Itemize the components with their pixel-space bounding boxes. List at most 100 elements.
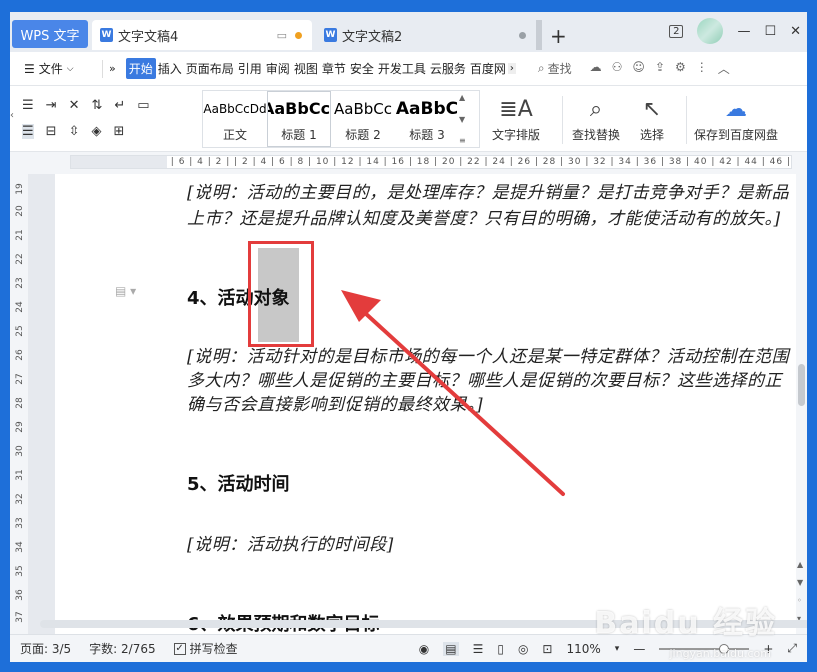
window-count-badge[interactable]: 2 (669, 24, 684, 38)
status-dot-icon (519, 31, 526, 39)
numbered-list-icon[interactable]: ☰ (22, 98, 34, 113)
style-heading-1[interactable]: AaBbCcI 标题 1 (267, 91, 331, 147)
chevron-down-icon[interactable]: ▼ (459, 115, 469, 124)
settings-icon[interactable]: ⚙ (675, 60, 686, 77)
spellcheck-toggle[interactable]: ✓ 拼写检查 (173, 640, 238, 657)
menu-chapter[interactable]: 章节 (320, 60, 348, 77)
indent-increase-icon[interactable]: ⇥ (46, 98, 57, 113)
more-menu-icon[interactable]: » (109, 62, 116, 75)
web-view-icon[interactable]: ◎ (518, 642, 528, 656)
menu-developer[interactable]: 开发工具 (376, 60, 428, 77)
menu-page-layout[interactable]: 页面布局 (184, 60, 236, 77)
menu-home[interactable]: 开始 (125, 58, 156, 79)
style-name: 标题 2 (345, 127, 381, 142)
shading-icon[interactable]: ◈ (91, 124, 101, 139)
close-icon[interactable]: ✕ (790, 24, 801, 39)
sort-icon[interactable]: ⇅ (91, 98, 102, 113)
menu-insert[interactable]: 插入 (156, 60, 184, 77)
borders-icon[interactable]: ⊞ (113, 124, 124, 139)
text-layout-button[interactable]: ≣A 文字排版 (492, 92, 540, 143)
styles-scroll[interactable]: ▲ ▼ ≡ (459, 91, 469, 147)
fullscreen-icon[interactable]: ⤢ (787, 641, 797, 656)
file-label: 文件 (38, 62, 63, 76)
horizontal-ruler[interactable]: | 6 | 4 | 2 | | 2 | 4 | 6 | 8 | 10 | 12 … (10, 152, 807, 174)
vertical-scrollbar[interactable]: ▲ ▼ ◦ ▾ (796, 174, 807, 634)
page-up-icon[interactable]: ◦ (797, 596, 802, 605)
zoom-dropdown-icon[interactable]: ▾ (615, 644, 620, 654)
vertical-ruler[interactable]: 19 20 21 22 23 24 25 26 27 28 29 30 31 3… (10, 174, 28, 634)
share-icon[interactable]: ⇪ (655, 60, 665, 77)
asian-layout-icon[interactable]: ✕ (69, 98, 80, 113)
distributed-align-icon[interactable]: ⊟ (46, 124, 57, 139)
monitor-icon[interactable]: ▭ (277, 29, 287, 42)
collaborate-icon[interactable]: ⚇ (612, 60, 623, 77)
line-spacing-icon[interactable]: ⇳ (69, 124, 80, 139)
style-name: 标题 3 (409, 127, 445, 142)
scroll-right-icon[interactable]: › (507, 63, 516, 74)
scroll-thumb[interactable] (798, 364, 805, 406)
save-to-baidu-button[interactable]: ☁ 保存到百度网盘 (694, 92, 778, 143)
ruler-number: 28 (15, 397, 25, 409)
search-box[interactable]: ⌕ 查找 (538, 60, 572, 77)
page-view-icon[interactable]: ▤ (443, 641, 459, 656)
zoom-out-icon[interactable]: — (633, 642, 645, 656)
align-justify-icon[interactable]: ☰ (22, 123, 34, 139)
menu-cloud-service[interactable]: 云服务 (428, 60, 468, 77)
scroll-up-icon[interactable]: ▲ (797, 560, 803, 569)
ruler-number: 29 (15, 421, 25, 433)
menu-right-tools: ☁ ⚇ ☺ ⇪ ⚙ ⋮ ︿ (590, 60, 730, 77)
menu-review[interactable]: 审阅 (264, 60, 292, 77)
hamburger-icon: ☰ (24, 61, 35, 76)
style-preview: AaBbCcI (268, 99, 331, 118)
reading-view-icon[interactable]: ▯ (497, 642, 504, 656)
collapse-ribbon-icon[interactable]: ︿ (718, 60, 730, 77)
fit-page-icon[interactable]: ⊡ (542, 642, 552, 656)
tab-document-4[interactable]: W 文字文稿4 ▭ (92, 20, 312, 50)
find-replace-button[interactable]: ⌕ 查找替换 (572, 92, 620, 143)
menu-baidu[interactable]: 百度网 (468, 60, 508, 77)
show-marks-icon[interactable]: ↵ (114, 98, 125, 113)
scroll-down-icon[interactable]: ▼ (797, 578, 803, 587)
new-tab-button[interactable]: + (550, 24, 567, 48)
cursor-arrow-icon: ↖ (642, 96, 662, 122)
select-button[interactable]: ↖ 选择 (640, 92, 664, 143)
maximize-icon[interactable]: ☐ (764, 24, 776, 39)
ruler-number: 26 (15, 349, 25, 361)
select-label: 选择 (640, 128, 665, 142)
text-layout-label: 文字排版 (492, 128, 541, 142)
zoom-level[interactable]: 110% (566, 642, 600, 656)
ruler-bar: | 6 | 4 | 2 | | 2 | 4 | 6 | 8 | 10 | 12 … (70, 155, 792, 169)
expand-icon[interactable]: ≡ (459, 136, 469, 145)
ruler-ticks: | 6 | 4 | 2 | | 2 | 4 | 6 | 8 | 10 | 12 … (170, 157, 791, 167)
eye-protection-icon[interactable]: ◉ (419, 642, 429, 656)
word-count[interactable]: 字数: 2/765 (89, 640, 155, 657)
menu-security[interactable]: 安全 (348, 60, 376, 77)
style-heading-3[interactable]: AaBbC 标题 3 (395, 91, 459, 147)
menu-references[interactable]: 引用 (236, 60, 264, 77)
more-options-icon[interactable]: ⋮ (696, 60, 708, 77)
style-heading-2[interactable]: AaBbCc 标题 2 (331, 91, 395, 147)
tab-document-2[interactable]: W 文字文稿2 (316, 20, 536, 50)
table-border-icon[interactable]: ▭ (137, 98, 149, 113)
menu-view[interactable]: 视图 (292, 60, 320, 77)
file-menu[interactable]: ☰ 文件 ⌵ (24, 60, 96, 77)
ruler-number: 24 (15, 301, 25, 313)
tab-divider (536, 20, 542, 50)
window-controls: 2 — ☐ ✕ (669, 18, 801, 44)
ruler-number: 23 (15, 277, 25, 289)
annotation-arrow (341, 290, 565, 496)
document-area[interactable]: [说明：活动的主要目的，是处理库存？是提升销量？是打击竞争对手？是新品 上市？还… (28, 174, 796, 634)
ruler-number: 20 (15, 205, 25, 217)
chevron-up-icon[interactable]: ▲ (459, 93, 469, 102)
comment-icon[interactable]: ☺ (632, 60, 645, 77)
minimize-icon[interactable]: — (737, 24, 750, 39)
document-icon: W (100, 28, 113, 42)
page-indicator[interactable]: 页面: 3/5 (20, 640, 71, 657)
avatar[interactable] (697, 18, 724, 44)
cloud-sync-icon[interactable]: ☁ (590, 60, 602, 77)
document-page[interactable]: [说明：活动的主要目的，是处理库存？是提升销量？是打击竞争对手？是新品 上市？还… (55, 174, 796, 634)
style-normal[interactable]: AaBbCcDd 正文 (203, 91, 267, 147)
paragraph-tools: ☰ ⇥ ✕ ⇅ ↵ ▭ ☰ ⊟ ⇳ ◈ ⊞ (14, 92, 194, 148)
outline-view-icon[interactable]: ☰ (473, 642, 484, 656)
wps-app-button[interactable]: WPS 文字 (12, 20, 88, 48)
